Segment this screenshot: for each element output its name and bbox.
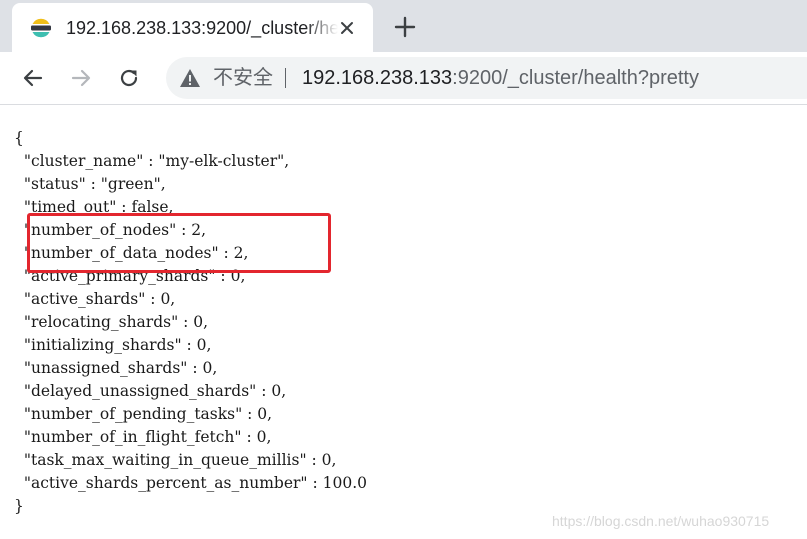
close-icon[interactable] xyxy=(336,17,358,39)
url-path: :9200/_cluster/health?pretty xyxy=(452,67,699,89)
warning-triangle-icon[interactable] xyxy=(179,67,201,89)
elastic-logo-icon xyxy=(30,17,52,39)
json-line-relocating-shards: "relocating_shards" : 0, xyxy=(14,313,209,331)
browser-toolbar: 不安全 192.168.238.133:9200/_cluster/health… xyxy=(0,52,807,105)
json-line-active-shards-percent: "active_shards_percent_as_number" : 100.… xyxy=(14,474,367,492)
url-text[interactable]: 192.168.238.133:9200/_cluster/health?pre… xyxy=(302,66,699,90)
arrow-left-icon[interactable] xyxy=(19,64,47,92)
json-line-number-of-in-flight-fetch: "number_of_in_flight_fetch" : 0, xyxy=(14,428,272,446)
browser-tab[interactable]: 192.168.238.133:9200/_cluster/health?pre… xyxy=(12,3,373,52)
plus-icon[interactable] xyxy=(391,13,419,41)
json-line-initializing-shards: "initializing_shards" : 0, xyxy=(14,336,212,354)
security-label[interactable]: 不安全 xyxy=(213,66,273,90)
watermark: https://blog.csdn.net/wuhao930715 xyxy=(552,513,770,529)
json-line-active-shards: "active_shards" : 0, xyxy=(14,290,176,308)
highlight-annotation-box xyxy=(27,213,331,273)
tab-strip: 192.168.238.133:9200/_cluster/health?pre… xyxy=(0,0,807,52)
json-close-brace: } xyxy=(14,497,24,515)
tab-title: 192.168.238.133:9200/_cluster/health?pre… xyxy=(66,18,338,38)
json-line-delayed-unassigned-shards: "delayed_unassigned_shards" : 0, xyxy=(14,382,287,400)
json-line-unassigned-shards: "unassigned_shards" : 0, xyxy=(14,359,218,377)
json-line-number-of-pending-tasks: "number_of_pending_tasks" : 0, xyxy=(14,405,273,423)
json-line-cluster-name: "cluster_name" : "my-elk-cluster", xyxy=(14,152,290,170)
omnibox-divider xyxy=(285,68,286,88)
json-open-brace: { xyxy=(14,129,24,147)
page-content: { "cluster_name" : "my-elk-cluster", "st… xyxy=(0,105,807,539)
json-line-task-max-waiting: "task_max_waiting_in_queue_millis" : 0, xyxy=(14,451,337,469)
address-bar[interactable]: 不安全 192.168.238.133:9200/_cluster/health… xyxy=(166,57,807,99)
arrow-right-icon[interactable] xyxy=(67,64,95,92)
url-host: 192.168.238.133 xyxy=(302,67,453,89)
json-line-status: "status" : "green", xyxy=(14,175,166,193)
reload-icon[interactable] xyxy=(115,64,143,92)
